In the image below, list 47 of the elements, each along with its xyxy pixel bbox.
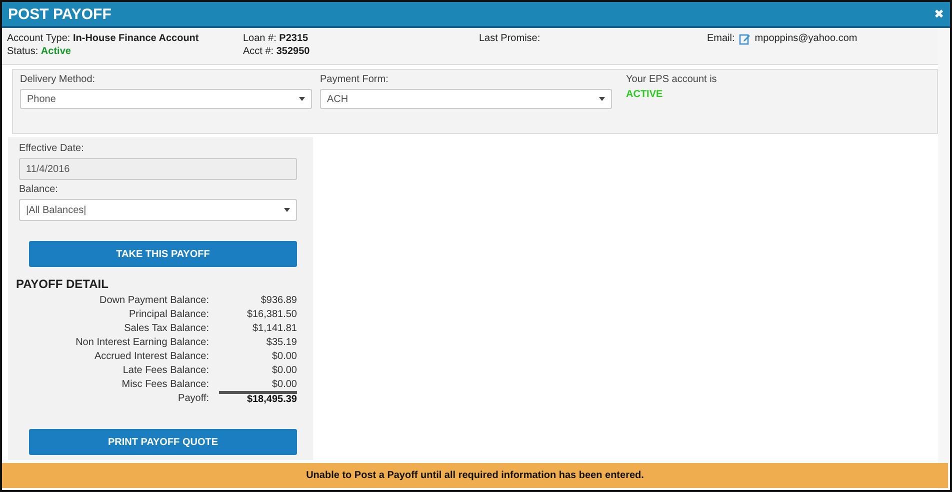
balance-label: Balance: — [19, 184, 59, 195]
payment-form-label: Payment Form: — [320, 74, 390, 85]
delivery-method-select[interactable]: Phone — [20, 89, 312, 109]
eps-status: ACTIVE — [626, 89, 664, 100]
email-label: Email: — [707, 33, 735, 44]
take-payoff-button[interactable]: TAKE THIS PAYOFF — [29, 241, 297, 267]
loan-value: P2315 — [279, 33, 308, 44]
eps-account-text: Your EPS account is — [626, 74, 717, 85]
acct-label: Acct #: — [243, 46, 274, 57]
balance-select[interactable]: |All Balances| — [19, 199, 297, 221]
balance-amount: $1,141.81 — [252, 323, 297, 334]
close-button[interactable]: ✖ — [934, 7, 944, 21]
payment-form-select[interactable]: ACH — [320, 89, 612, 109]
balance-amount: $16,381.50 — [246, 309, 297, 320]
balance-label: Non Interest Earning Balance: — [74, 337, 209, 348]
status-value: Active — [40, 46, 71, 57]
balance-label: Misc Fees Balance: — [120, 379, 209, 390]
balance-amount: $936.89 — [260, 295, 297, 306]
caret-icon — [599, 97, 605, 101]
balance-label: Sales Tax Balance: — [123, 323, 209, 334]
balance-label: Accrued Interest Balance: — [93, 351, 209, 362]
last-promise-label: Last Promise: — [479, 33, 542, 44]
balance-label: Down Payment Balance: — [98, 295, 209, 306]
payoff-total-label: Payoff: — [177, 393, 209, 405]
balance-amount: $0.00 — [270, 351, 297, 362]
balance-amount: $35.19 — [265, 337, 297, 348]
balance-amount: $0.00 — [270, 365, 297, 376]
account-type-label: Account Type: — [7, 33, 70, 44]
payoff-detail-heading: PAYOFF DETAIL — [16, 277, 110, 291]
caret-icon — [299, 97, 305, 101]
warning-message: Unable to Post a Payoff until all required information has been entered. — [306, 470, 644, 481]
caret-icon — [284, 208, 290, 212]
edit-icon[interactable] — [738, 33, 751, 45]
balance-label: Late Fees Balance: — [122, 365, 209, 376]
effective-date-label: Effective Date: — [19, 143, 85, 154]
acct-value: 352950 — [276, 46, 310, 57]
account-type-value: In-House Finance Account — [72, 33, 199, 44]
window-title: POST PAYOFF — [8, 6, 112, 22]
delivery-method-label: Delivery Method: — [20, 74, 96, 85]
print-quote-button[interactable]: PRINT PAYOFF QUOTE — [29, 429, 297, 455]
status-label: Status: — [7, 46, 38, 57]
balance-amount: $0.00 — [270, 379, 297, 390]
payoff-total-amount: $18,495.39 — [219, 391, 297, 405]
loan-label: Loan #: — [243, 33, 276, 44]
balance-label: Principal Balance: — [128, 309, 209, 320]
effective-date-field[interactable]: 11/4/2016 — [19, 158, 297, 180]
email-value: mpoppins@yahoo.com — [754, 33, 858, 44]
